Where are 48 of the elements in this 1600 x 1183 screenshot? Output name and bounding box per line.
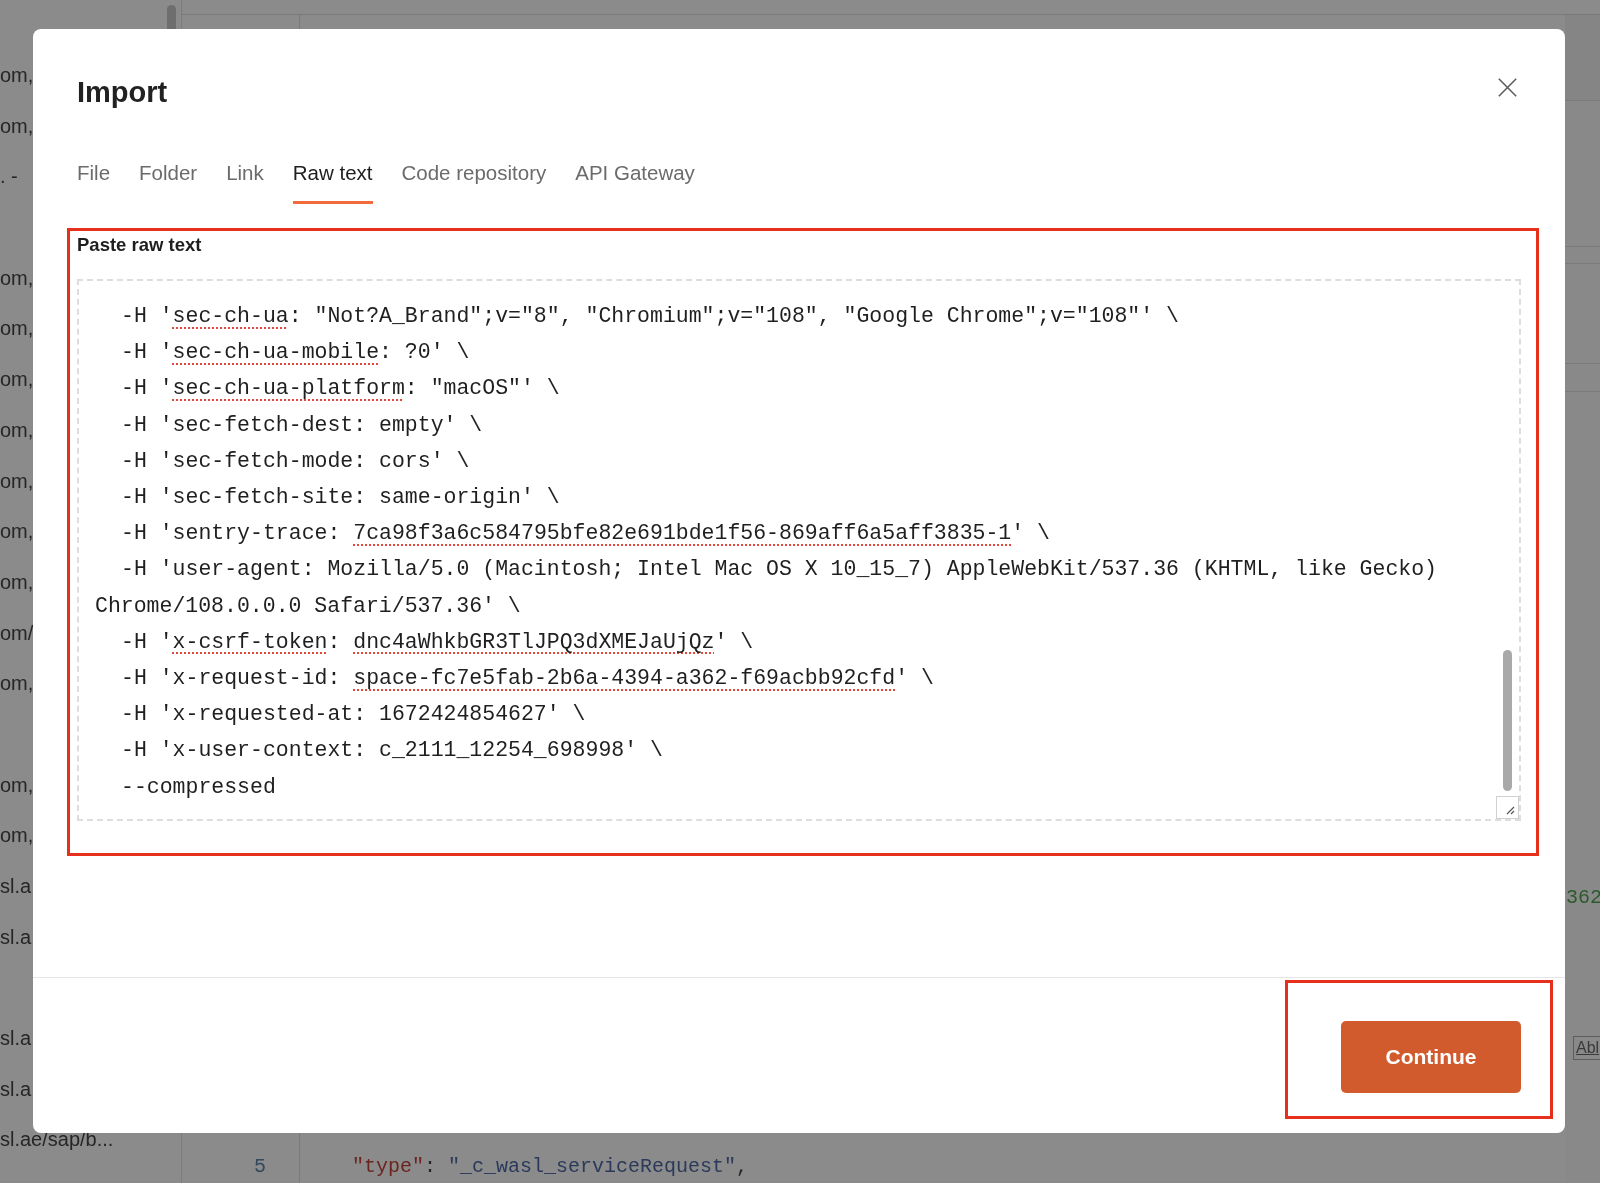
sidebar-item[interactable]: om, [0,658,34,709]
dialog-title: Import [77,75,168,110]
continue-button[interactable]: Continue [1341,1021,1521,1093]
close-button[interactable] [1495,75,1520,100]
panel-button[interactable]: Abl [1573,1036,1600,1060]
tab[interactable]: Link [226,161,264,204]
tab[interactable]: Folder [139,161,198,204]
tab[interactable]: File [77,161,111,204]
tab[interactable]: API Gateway [575,161,695,204]
sidebar-item[interactable]: om/ [0,607,34,659]
sidebar-item[interactable]: om, [0,810,34,861]
code-line: -H 'x-requested-at: 1672424854627' \ [120,701,586,729]
raw-text-field[interactable] [77,279,1521,821]
number-value: 362 [1565,886,1600,910]
field-label: Paste raw text [77,234,202,256]
code-line: -H 'x-user-context: c_2111_12254_698998' \ [120,737,663,765]
sidebar-item[interactable]: sl.a [0,911,32,963]
code-line: -H 'sec-ch-ua-platform: "macOS"' \ [120,375,560,403]
sidebar-item[interactable]: om, [0,404,34,456]
sidebar-item[interactable]: om, [0,50,34,101]
code-line: -H 'sec-fetch-mode: cors' \ [120,447,470,475]
code-line: -H 'sec-fetch-site: same-origin' \ [120,484,560,511]
code-line: "type": "_c_wasl_serviceRequest", [352,1155,749,1178]
code-line: -H 'x-request-id: space-fc7e5fab-2b6a-4394-a362-f69acbb92cfd' \ [120,665,934,693]
tab[interactable]: Raw text [292,161,373,204]
sidebar-item[interactable]: om, [0,354,34,405]
scrollbar-thumb[interactable] [1503,650,1512,791]
sidebar-item[interactable]: om, [0,759,34,811]
sidebar-item[interactable]: om, [0,252,34,304]
tab[interactable]: Code repository [401,161,547,204]
sidebar-item[interactable]: om, [0,100,34,152]
code-line: -H 'sec-ch-ua: "Not?A_Brand";v="8", "Chromium";v="108", "Google Chrome";v="108"' \ [120,303,1179,330]
sidebar-item[interactable]: om, [0,455,34,507]
resize-grip-icon[interactable] [1496,796,1519,819]
sidebar-item[interactable]: om, [0,303,34,355]
code-line: -H 'sec-fetch-dest: empty' \ [120,411,483,439]
line-number: 5 [254,1154,266,1180]
sidebar-item[interactable]: om, [0,506,34,557]
code-line: -H 'x-csrf-token: dnc4aWhkbGR3TlJPQ3dXMEJaUjQz' \ [120,628,754,656]
code-line: --compressed [120,773,276,801]
sidebar-item[interactable]: sl.a [0,1063,32,1115]
sidebar-item[interactable]: sl.a [0,861,32,912]
code-line: -H 'sentry-trace: 7ca98f3a6c584795bfe82e691bde1f56-869aff6a5aff3835-1' \ [120,520,1050,548]
sidebar-item[interactable]: om, [0,556,34,608]
code-line: -H 'sec-ch-ua-mobile: ?0' \ [120,339,470,367]
sidebar-item[interactable]: . - [0,151,18,203]
close-icon [1498,78,1517,97]
sidebar-item[interactable]: sl.a [0,1013,32,1064]
